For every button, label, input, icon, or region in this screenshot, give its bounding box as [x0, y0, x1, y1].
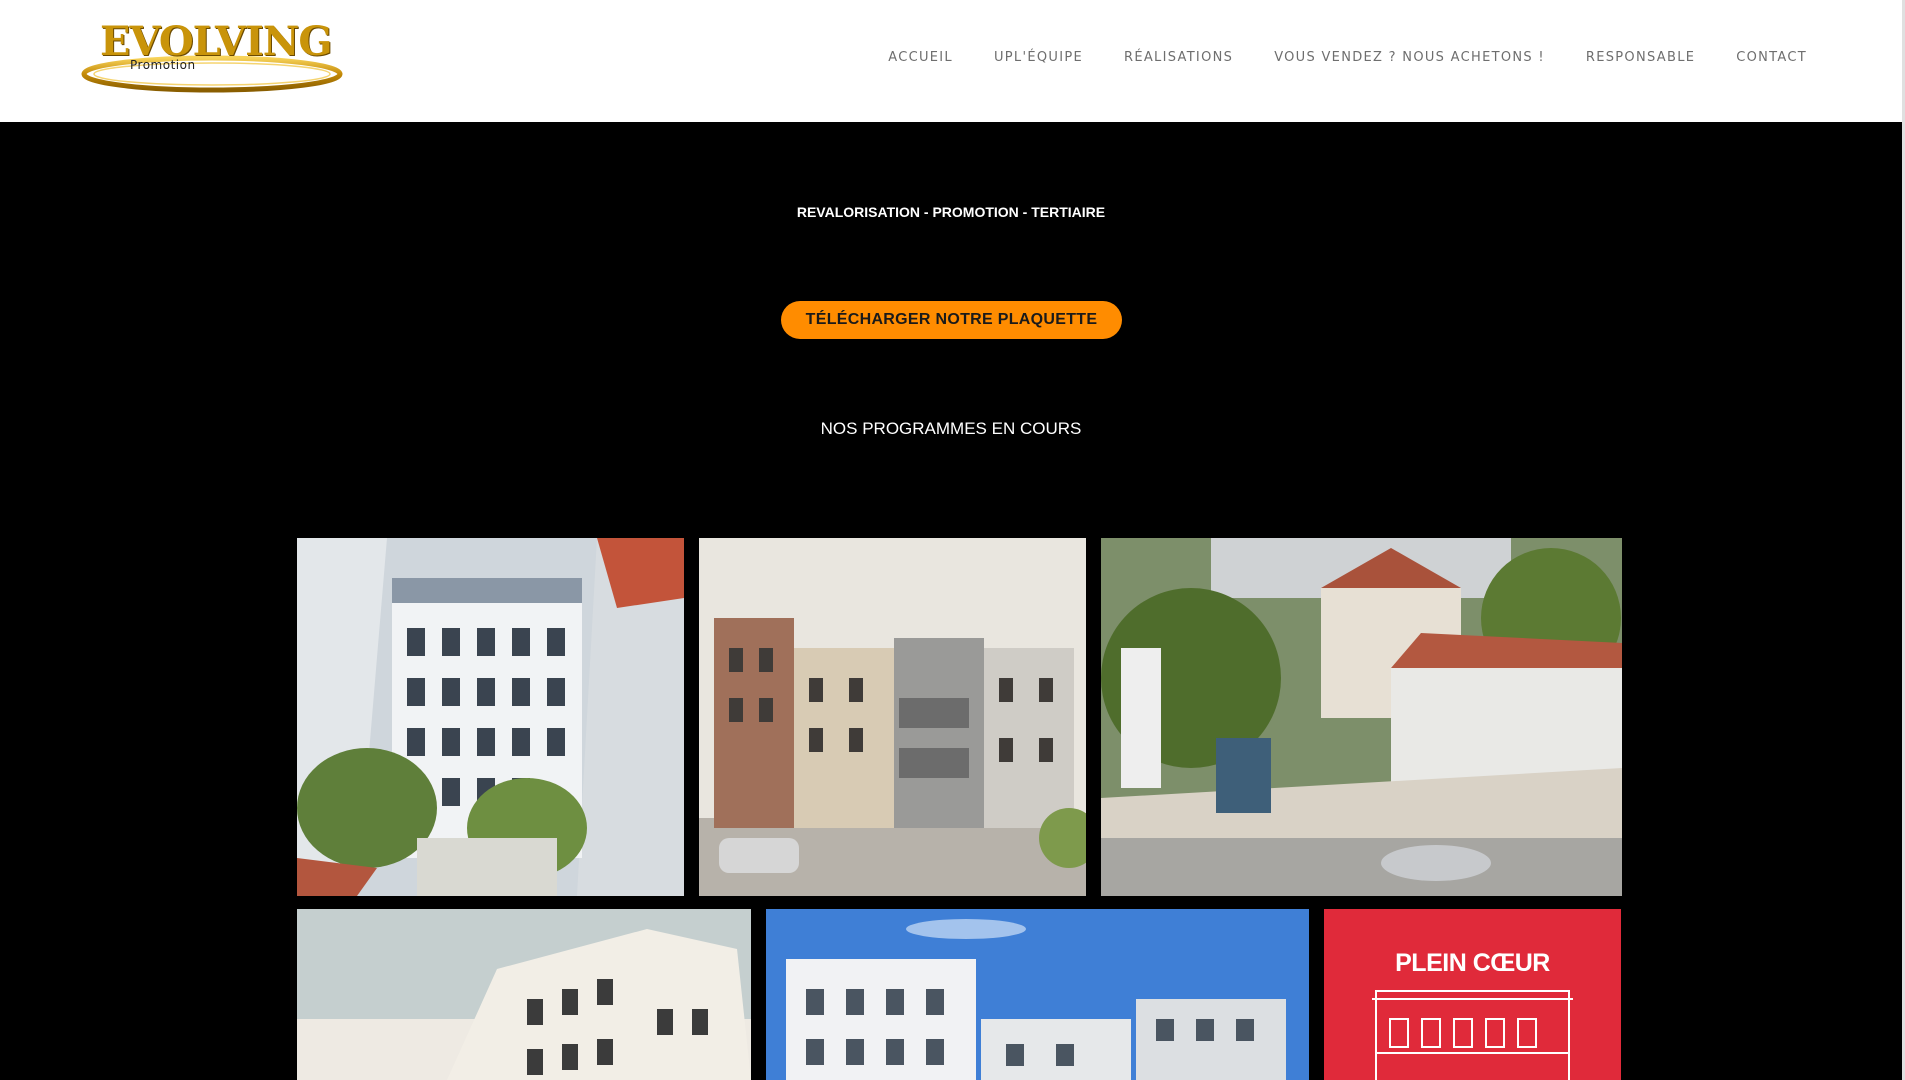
program-image-2: [699, 538, 1086, 896]
nav-equipe[interactable]: UPL'ÉQUIPE: [994, 48, 1083, 68]
program-tile-2[interactable]: [699, 538, 1086, 896]
program-image-4: [297, 909, 751, 1080]
program-tile-plein-coeur[interactable]: PLEIN CŒUR: [1324, 909, 1621, 1080]
logo-wordmark: EVOLVING: [100, 18, 333, 65]
program-tile-3[interactable]: [1101, 538, 1622, 896]
site-header: EVOLVING Promotion ACCUEIL UPL'ÉQUIPE RÉ…: [0, 0, 1905, 122]
hero-tagline: REVALORISATION - PROMOTION - TERTIAIRE: [796, 204, 1106, 220]
evolving-promotion-logo[interactable]: EVOLVING Promotion: [78, 14, 346, 96]
building-outline-icon: [1372, 990, 1573, 1080]
program-tile-4[interactable]: [297, 909, 751, 1080]
program-tile-5[interactable]: [766, 909, 1309, 1080]
nav-vous-vendez[interactable]: VOUS VENDEZ ? NOUS ACHETONS !: [1274, 48, 1545, 68]
program-image-5: [766, 909, 1309, 1080]
nav-contact[interactable]: CONTACT: [1736, 48, 1807, 68]
nav-accueil[interactable]: ACCUEIL: [888, 48, 953, 68]
download-brochure-button[interactable]: TÉLÉCHARGER NOTRE PLAQUETTE: [781, 301, 1122, 339]
nav-realisations[interactable]: RÉALISATIONS: [1124, 48, 1233, 68]
program-image-1: [297, 538, 684, 896]
program-tile-1[interactable]: [297, 538, 684, 896]
program-image-3: [1101, 538, 1622, 896]
programs-section-title: NOS PROGRAMMES EN COURS: [820, 419, 1082, 438]
logo-subtitle: Promotion: [130, 58, 196, 72]
nav-responsable[interactable]: RESPONSABLE: [1586, 48, 1695, 68]
main-nav: ACCUEIL UPL'ÉQUIPE RÉALISATIONS VOUS VEN…: [847, 48, 1807, 68]
